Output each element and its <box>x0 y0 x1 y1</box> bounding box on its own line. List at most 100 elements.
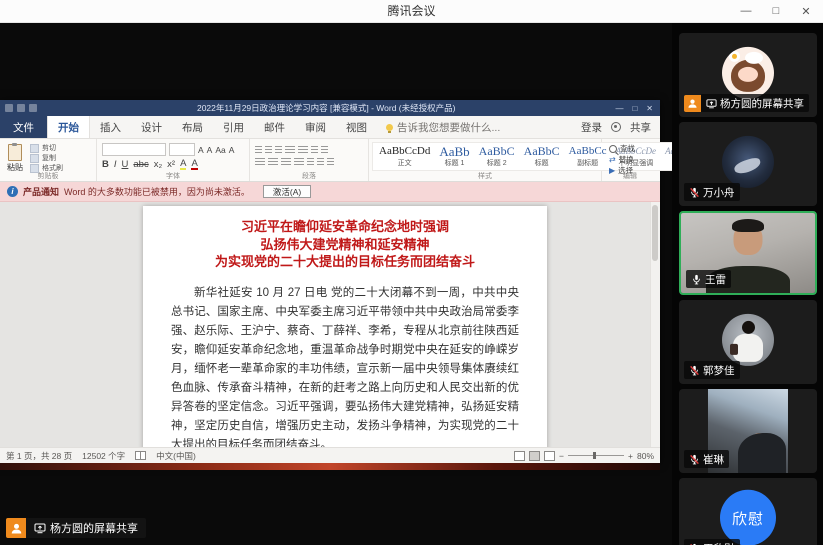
web-layout-icon[interactable] <box>544 451 555 461</box>
group-label-editing: 编辑 <box>602 171 658 181</box>
decrease-indent-icon[interactable] <box>285 146 295 155</box>
line-spacing-icon[interactable] <box>307 158 314 167</box>
font-name-combobox[interactable] <box>102 143 166 156</box>
subscript-icon[interactable]: x₂ <box>154 159 162 170</box>
screen-share-stage: 2022年11月29日政治理论学习内容 [兼容模式] - Word (未经授权产… <box>0 22 672 545</box>
document-page[interactable]: 习近平在瞻仰延安革命纪念地时强调 弘扬伟大建党精神和延安精神 为实现党的二十大提… <box>143 206 547 447</box>
zoom-slider[interactable] <box>568 455 624 456</box>
style-item-heading1[interactable]: AaBb标题 1 <box>435 144 473 169</box>
change-case-icon[interactable]: Aa <box>215 145 225 155</box>
style-item-normal[interactable]: AaBbCcDd正文 <box>375 144 434 169</box>
word-status-bar: 第 1 页，共 28 页 12502 个字 中文(中国) − + 80% <box>0 447 660 463</box>
participant-name-badge: 郭梦佳 <box>684 361 740 379</box>
maximize-icon[interactable]: □ <box>761 0 791 22</box>
tab-insert[interactable]: 插入 <box>90 116 131 138</box>
group-label-clipboard: 剪贴板 <box>0 171 96 181</box>
app-titlebar: 腾讯会议 — □ ✕ <box>0 0 823 23</box>
tab-review[interactable]: 审阅 <box>295 116 336 138</box>
undo-icon[interactable] <box>17 104 25 112</box>
clipboard-items: 剪切 复制 格式刷 <box>30 142 63 174</box>
page-indicator[interactable]: 第 1 页，共 28 页 <box>6 450 72 462</box>
word-close-icon[interactable]: ✕ <box>646 104 653 113</box>
find-button[interactable]: 查找 <box>609 143 635 154</box>
multilevel-list-icon[interactable] <box>275 146 282 155</box>
language-indicator[interactable]: 中文(中国) <box>156 450 196 462</box>
participant-tile[interactable]: 欣慰 王欣慰 <box>679 478 817 545</box>
search-icon <box>609 145 617 153</box>
participant-tile-sharer[interactable]: 杨方圆的屏幕共享 <box>679 33 817 117</box>
align-right-icon[interactable] <box>281 158 291 167</box>
sign-in-link[interactable]: 登录 <box>581 120 602 135</box>
italic-icon[interactable]: I <box>114 159 117 170</box>
clear-formatting-icon[interactable]: A <box>229 145 235 155</box>
ribbon-tab-bar: 文件 开始 插入 设计 布局 引用 邮件 审阅 视图 告诉我您想要做什么... … <box>0 116 660 139</box>
word-window-controls: — □ ✕ <box>615 104 655 113</box>
shrink-font-icon[interactable]: A <box>207 145 213 155</box>
underline-icon[interactable]: U <box>122 159 129 170</box>
participant-tile-speaking[interactable]: 王雷 <box>679 211 817 295</box>
tab-view[interactable]: 视图 <box>336 116 377 138</box>
participant-tile[interactable]: 崔琳 <box>679 389 817 473</box>
ribbon-group-styles: AaBbCcDd正文 AaBb标题 1 AaBbC标题 2 AaBbC标题 Aa… <box>369 139 602 181</box>
sort-icon[interactable] <box>311 146 318 155</box>
superscript-icon[interactable]: x² <box>167 159 175 170</box>
scrollbar-thumb[interactable] <box>652 205 658 261</box>
zoom-slider-thumb[interactable] <box>593 452 596 459</box>
align-center-icon[interactable] <box>268 158 278 167</box>
word-titlebar: 2022年11月29日政治理论学习内容 [兼容模式] - Word (未经授权产… <box>0 100 660 116</box>
clipboard-icon <box>8 144 22 161</box>
borders-icon[interactable] <box>327 158 334 167</box>
bullets-icon[interactable] <box>255 146 262 155</box>
minimize-icon[interactable]: — <box>731 0 761 22</box>
zoom-out-button[interactable]: − <box>559 451 564 461</box>
numbering-icon[interactable] <box>265 146 272 155</box>
tab-layout[interactable]: 布局 <box>172 116 213 138</box>
mic-muted-icon <box>689 365 700 376</box>
style-item-heading2[interactable]: AaBbC标题 2 <box>475 144 519 169</box>
align-left-icon[interactable] <box>255 158 265 167</box>
participant-tile[interactable]: 郭梦佳 <box>679 300 817 384</box>
tab-home[interactable]: 开始 <box>47 116 90 138</box>
share-button[interactable]: 共享 <box>630 120 651 135</box>
account-area: 登录 共享 <box>581 116 660 138</box>
proofing-icon[interactable] <box>135 451 146 460</box>
notice-message: Word 的大多数功能已被禁用，因为尚未激活。 <box>64 185 250 198</box>
font-size-combobox[interactable] <box>169 143 195 156</box>
bold-icon[interactable]: B <box>102 159 109 170</box>
tab-file[interactable]: 文件 <box>0 116 47 138</box>
read-mode-icon[interactable] <box>514 451 525 461</box>
style-item-title[interactable]: AaBbC标题 <box>520 144 564 169</box>
vertical-scrollbar[interactable] <box>650 202 660 447</box>
print-layout-icon[interactable] <box>529 451 540 461</box>
word-maximize-icon[interactable]: □ <box>632 104 637 113</box>
tab-design[interactable]: 设计 <box>131 116 172 138</box>
increase-indent-icon[interactable] <box>298 146 308 155</box>
word-minimize-icon[interactable]: — <box>615 104 623 113</box>
text-highlight-icon[interactable]: A <box>180 159 186 170</box>
sharer-overlay: 杨方圆的屏幕共享 <box>6 518 146 538</box>
show-marks-icon[interactable] <box>321 146 328 155</box>
participant-tile[interactable]: 万小舟 <box>679 122 817 206</box>
activate-button[interactable]: 激活(A) <box>263 185 311 198</box>
redo-icon[interactable] <box>29 104 37 112</box>
strikethrough-icon[interactable]: abc <box>133 159 148 170</box>
tell-me-box[interactable]: 告诉我您想要做什么... <box>377 116 509 138</box>
save-icon[interactable] <box>5 104 13 112</box>
cut-button[interactable]: 剪切 <box>30 143 63 153</box>
paste-button[interactable]: 粘贴 <box>5 142 25 174</box>
close-icon[interactable]: ✕ <box>791 0 821 22</box>
word-count[interactable]: 12502 个字 <box>82 450 125 462</box>
zoom-in-button[interactable]: + <box>628 451 633 461</box>
tab-references[interactable]: 引用 <box>213 116 254 138</box>
font-color-icon[interactable]: A <box>191 159 197 170</box>
grow-font-icon[interactable]: A <box>198 145 204 155</box>
tab-mailings[interactable]: 邮件 <box>254 116 295 138</box>
avatar-cartoon-chef <box>722 47 774 99</box>
sharer-person-icon <box>6 518 26 538</box>
zoom-level[interactable]: 80% <box>637 451 654 461</box>
copy-button[interactable]: 复制 <box>30 153 63 163</box>
shading-icon[interactable] <box>317 158 324 167</box>
ribbon: 粘贴 剪切 复制 格式刷 剪贴板 <box>0 139 660 182</box>
justify-icon[interactable] <box>294 158 304 167</box>
replace-button[interactable]: ⇄替换 <box>609 154 635 165</box>
